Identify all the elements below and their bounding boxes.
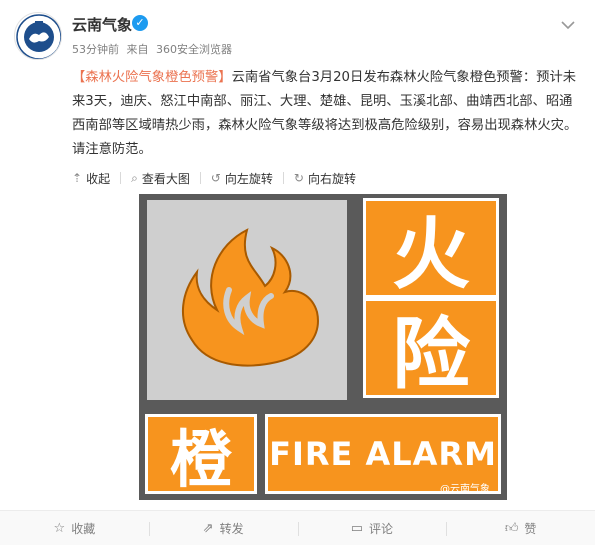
more-menu-icon[interactable]	[560, 16, 576, 30]
danger-char-panel: 险	[363, 298, 499, 400]
collapse-button[interactable]: ⇡ 收起	[72, 170, 120, 187]
arrow-up-icon: ⇡	[72, 171, 83, 185]
action-bar: ☆ 收藏 ⇗ 转发 ▭ 评论 👍︎ 赞	[0, 510, 595, 545]
rotate-left-icon: ↺	[210, 171, 221, 185]
comment-icon: ▭	[350, 520, 364, 536]
yunnan-meteorology-logo-icon	[16, 14, 61, 59]
avatar[interactable]	[14, 12, 62, 60]
post-hashtag[interactable]: 【森林火险气象橙色预警】	[72, 70, 232, 85]
favorite-button[interactable]: ☆ 收藏	[0, 520, 149, 537]
fire-char-panel: 火	[363, 198, 499, 300]
fire-alarm-image[interactable]: 火 险 橙 FIRE ALARM	[139, 194, 507, 500]
collapse-label: 收起	[86, 171, 111, 186]
thumbs-up-icon: 👍︎	[504, 520, 519, 536]
like-label: 赞	[524, 521, 537, 536]
post-time[interactable]: 53分钟前	[72, 43, 119, 56]
author-name[interactable]: 云南气象	[72, 14, 132, 35]
media-toolbar: ⇡ 收起 ⌕ 查看大图 ↺ 向左旋转 ↻ 向右旋转	[72, 166, 366, 190]
repost-icon: ⇗	[202, 520, 214, 536]
comment-label: 评论	[369, 521, 394, 536]
rotate-right-label: 向右旋转	[307, 171, 356, 186]
image-watermark: @云南气象	[440, 484, 490, 495]
view-large-button[interactable]: ⌕ 查看大图	[121, 170, 200, 187]
magnifier-icon: ⌕	[131, 170, 138, 185]
source-prefix: 来自	[126, 43, 149, 56]
like-button[interactable]: 👍︎ 赞	[446, 520, 595, 537]
view-large-label: 查看大图	[141, 171, 190, 186]
post-meta: 53分钟前 来自 360安全浏览器	[72, 41, 236, 57]
comment-button[interactable]: ▭ 评论	[297, 520, 447, 537]
favorite-label: 收藏	[71, 521, 96, 536]
rotate-right-icon: ↻	[293, 171, 304, 185]
weibo-post-card: 云南气象 ✓ 53分钟前 来自 360安全浏览器 【森林火险气象橙色预警】云南省…	[0, 0, 595, 545]
flame-panel	[147, 200, 347, 400]
post-text: 【森林火险气象橙色预警】云南省气象台3月20日发布森林火险气象橙色预警：预计未来…	[72, 66, 582, 162]
rotate-right-button[interactable]: ↻ 向右旋转	[284, 170, 366, 187]
orange-level-panel: 橙	[145, 414, 257, 496]
flame-icon	[181, 228, 319, 367]
verified-badge-icon: ✓	[132, 15, 148, 31]
rotate-left-label: 向左旋转	[224, 171, 273, 186]
post-source[interactable]: 360安全浏览器	[156, 43, 232, 56]
repost-button[interactable]: ⇗ 转发	[148, 520, 298, 537]
star-icon: ☆	[53, 520, 66, 536]
rotate-left-button[interactable]: ↺ 向左旋转	[201, 170, 283, 187]
repost-label: 转发	[219, 521, 244, 536]
